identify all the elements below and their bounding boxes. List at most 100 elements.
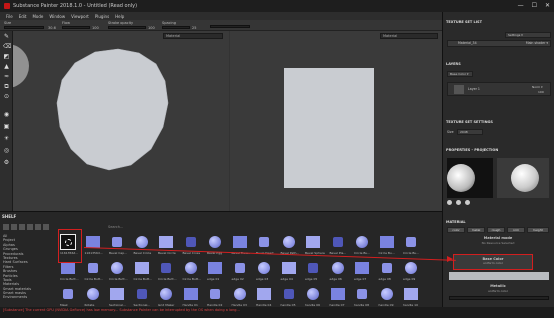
shelf-thumbnail[interactable] [330, 260, 346, 276]
base-color-value[interactable]: uniform color [454, 261, 532, 265]
shelf-thumbnail[interactable] [158, 234, 174, 250]
camera-icon[interactable]: ◉ [3, 111, 10, 118]
stencil-tab-icon[interactable] [465, 200, 470, 205]
eraser-icon[interactable]: ⌫ [3, 43, 11, 50]
tag-metal[interactable]: metal [467, 227, 485, 233]
lock-icon[interactable] [43, 224, 49, 230]
layer-channel-select[interactable]: Base Color ▾ [447, 71, 473, 77]
shelf-thumbnail[interactable] [256, 286, 272, 302]
viewport-2d-mode-select[interactable]: Material [380, 33, 438, 39]
base-color-slot[interactable]: Base Color uniform color [453, 254, 533, 270]
menu-window[interactable]: Window [49, 14, 65, 19]
shelf-thumbnail[interactable] [158, 286, 174, 302]
layer-blend-mode[interactable]: Norm ▾ [532, 85, 543, 89]
shelf-thumbnail[interactable] [182, 286, 199, 302]
shelf-thumbnail[interactable] [60, 286, 76, 302]
shelf-thumbnail[interactable] [281, 234, 297, 250]
shelf-thumbnail[interactable] [329, 286, 346, 302]
shelf-thumbnail[interactable] [134, 234, 150, 250]
minimize-button[interactable]: — [518, 2, 524, 9]
shelf-thumbnail[interactable] [379, 286, 395, 302]
metallic-slider[interactable] [449, 296, 549, 300]
size-slider[interactable] [4, 26, 44, 29]
render-icon[interactable]: ◎ [3, 147, 10, 154]
stroke-opacity-slider[interactable] [108, 26, 146, 29]
polygon-fill-icon[interactable]: ▲ [3, 63, 10, 70]
new-icon[interactable] [19, 224, 25, 230]
shelf-thumbnail[interactable] [183, 260, 199, 276]
texture-set-settings-button[interactable]: Settings ▾ [505, 32, 551, 38]
size-value[interactable]: 30.6 [48, 26, 56, 30]
layer-row[interactable]: Layer 1 Norm ▾ 100 [447, 82, 551, 96]
shelf-thumbnail[interactable] [403, 260, 419, 276]
shelf-thumbnail[interactable] [305, 286, 321, 302]
brush-tab-icon[interactable] [447, 200, 452, 205]
menu-file[interactable]: File [6, 14, 13, 19]
stroke-opacity-value[interactable]: 100 [148, 26, 155, 30]
projection-icon[interactable]: ◩ [3, 53, 10, 60]
shelf-thumbnail[interactable] [109, 286, 125, 302]
paint-brush-icon[interactable]: ✎ [3, 33, 10, 40]
layer-name[interactable]: Layer 1 [468, 87, 480, 91]
shelf-thumbnail[interactable] [85, 286, 101, 302]
shelf-thumbnail[interactable] [84, 260, 101, 276]
shelf-thumbnail[interactable] [403, 286, 419, 302]
shelf-thumbnail[interactable] [207, 234, 223, 250]
display-icon[interactable]: ☀ [3, 135, 10, 142]
folder-icon[interactable] [3, 224, 9, 230]
menu-edit[interactable]: Edit [19, 14, 27, 19]
tag-color[interactable]: color [447, 227, 465, 233]
texture-set-item[interactable]: Material_34 Main shader ▾ [447, 40, 551, 47]
shelf-thumbnail[interactable] [354, 286, 370, 302]
spacing-slider[interactable] [162, 26, 190, 29]
maximize-button[interactable]: ☐ [532, 2, 537, 9]
shelf-thumbnail[interactable] [231, 260, 248, 276]
shelf-thumbnail[interactable] [329, 234, 346, 250]
category-environments[interactable]: Environments [3, 295, 41, 299]
bake-icon[interactable]: ▣ [3, 123, 10, 130]
menu-plugins[interactable]: Plugins [95, 14, 109, 19]
smudge-icon[interactable]: ≈ [3, 73, 10, 80]
import-icon[interactable] [11, 224, 17, 230]
flow-slider[interactable] [62, 26, 90, 29]
spacing-value[interactable]: 25 [192, 26, 196, 30]
shelf-thumbnail[interactable] [280, 286, 297, 302]
tag-height[interactable]: height [527, 227, 549, 233]
menu-help[interactable]: Help [115, 14, 124, 19]
metallic-value[interactable]: uniform color [447, 289, 549, 293]
shelf-thumbnail[interactable] [158, 260, 174, 276]
color-picker-icon[interactable]: ⊙ [3, 93, 10, 100]
shelf-thumbnail[interactable] [403, 234, 419, 250]
settings-icon[interactable]: ⚙ [3, 159, 10, 166]
shelf-thumbnail[interactable] [231, 234, 248, 250]
shelf-thumbnail[interactable] [378, 260, 395, 276]
shelf-thumbnail[interactable] [207, 286, 223, 302]
save-icon[interactable] [27, 224, 33, 230]
shelf-thumbnail[interactable] [256, 234, 272, 250]
symmetry-slider[interactable] [210, 25, 250, 28]
viewport-2d[interactable]: Material [230, 31, 442, 211]
shelf-thumbnail[interactable] [182, 234, 199, 250]
menu-mode[interactable]: Mode [32, 14, 43, 19]
shelf-thumbnail[interactable] [305, 234, 321, 250]
material-mode-value[interactable]: No Resource Selected [447, 241, 549, 245]
shelf-thumbnail[interactable] [354, 234, 370, 250]
shelf-thumbnail[interactable] [256, 260, 272, 276]
shelf-thumbnail[interactable] [280, 260, 297, 276]
shelf-thumbnail[interactable] [305, 260, 321, 276]
tag-rough[interactable]: rough [487, 227, 505, 233]
shelf-search[interactable]: Search... [108, 225, 123, 229]
base-color-swatch[interactable] [449, 272, 549, 280]
viewport-3d[interactable]: Material [13, 31, 229, 211]
shelf-thumbnail[interactable] [133, 286, 150, 302]
flow-value[interactable]: 100 [92, 26, 99, 30]
tag-nrm[interactable]: nrm [507, 227, 525, 233]
clone-icon[interactable]: ⧉ [3, 83, 10, 90]
layer-opacity[interactable]: 100 [538, 90, 544, 94]
shader-select[interactable]: Main shader ▾ [526, 41, 548, 45]
size-select[interactable]: 2048 [457, 129, 483, 135]
menu-viewport[interactable]: Viewport [71, 14, 89, 19]
shelf-thumbnail[interactable] [207, 260, 223, 276]
shelf-thumbnail[interactable] [109, 260, 125, 276]
close-button[interactable]: ✕ [545, 2, 550, 9]
